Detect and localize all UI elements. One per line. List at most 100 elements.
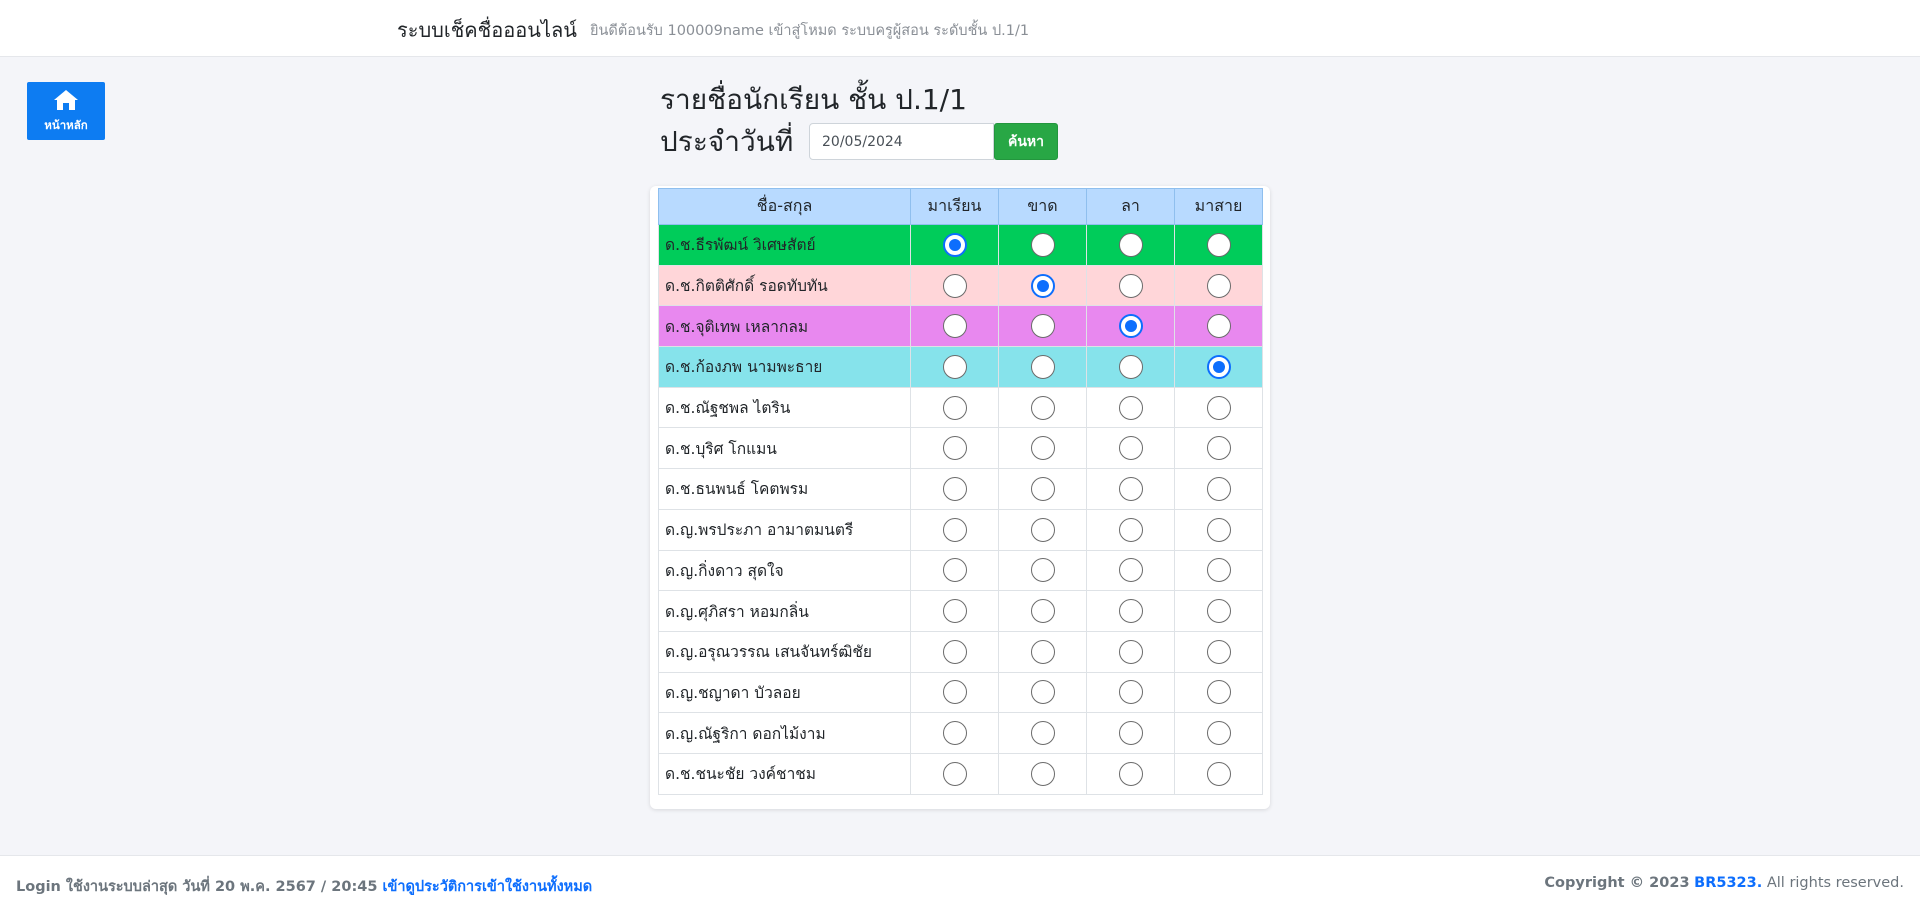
radio-present[interactable]	[942, 639, 967, 664]
radio-late[interactable]	[1206, 314, 1231, 339]
radio-absent[interactable]	[1030, 395, 1055, 420]
status-cell-absent	[998, 264, 1087, 307]
radio-leave[interactable]	[1118, 558, 1143, 583]
status-cell-absent	[998, 468, 1087, 510]
header-late: มาสาย	[1174, 188, 1263, 225]
radio-late[interactable]	[1206, 476, 1231, 501]
radio-present[interactable]	[942, 680, 967, 705]
radio-late[interactable]	[1206, 273, 1231, 298]
status-cell-present	[910, 549, 999, 592]
status-cell-absent	[998, 630, 1087, 673]
radio-present[interactable]	[942, 395, 967, 420]
status-cell-late	[1174, 671, 1263, 714]
status-cell-late	[1174, 264, 1263, 307]
radio-late[interactable]	[1206, 721, 1231, 746]
table-row: ด.ญ.อรุณวรรณ เสนจันทร์ฒิชัย	[658, 630, 1263, 673]
radio-leave[interactable]	[1118, 476, 1143, 501]
radio-leave[interactable]	[1118, 354, 1143, 379]
search-button[interactable]: ค้นหา	[994, 123, 1058, 160]
status-cell-leave	[1086, 224, 1175, 266]
radio-absent[interactable]	[1030, 314, 1055, 339]
radio-absent[interactable]	[1030, 273, 1055, 298]
radio-late[interactable]	[1206, 436, 1231, 461]
radio-leave[interactable]	[1118, 761, 1143, 786]
radio-late[interactable]	[1206, 232, 1231, 257]
radio-leave[interactable]	[1118, 314, 1143, 339]
footer: Login ใช้งานระบบล่าสุด วันที่ 20 พ.ค. 25…	[0, 855, 1920, 911]
radio-leave[interactable]	[1118, 639, 1143, 664]
table-row: ด.ช.ก้องภพ นามพะธาย	[658, 346, 1263, 388]
radio-leave[interactable]	[1118, 721, 1143, 746]
status-cell-late	[1174, 590, 1263, 632]
student-name: ด.ญ.กิ่งดาว สุดใจ	[658, 549, 911, 592]
status-cell-leave	[1086, 712, 1175, 754]
radio-late[interactable]	[1206, 599, 1231, 624]
radio-present[interactable]	[942, 273, 967, 298]
status-cell-present	[910, 508, 999, 551]
radio-leave[interactable]	[1118, 232, 1143, 257]
radio-absent[interactable]	[1030, 761, 1055, 786]
radio-present[interactable]	[942, 761, 967, 786]
radio-absent[interactable]	[1030, 680, 1055, 705]
radio-absent[interactable]	[1030, 517, 1055, 542]
radio-late[interactable]	[1206, 558, 1231, 583]
radio-present[interactable]	[942, 354, 967, 379]
radio-absent[interactable]	[1030, 436, 1055, 461]
radio-absent[interactable]	[1030, 639, 1055, 664]
radio-absent[interactable]	[1030, 721, 1055, 746]
radio-leave[interactable]	[1118, 273, 1143, 298]
radio-late[interactable]	[1206, 354, 1231, 379]
radio-present[interactable]	[942, 232, 967, 257]
radio-present[interactable]	[942, 314, 967, 339]
radio-absent[interactable]	[1030, 476, 1055, 501]
status-cell-present	[910, 590, 999, 632]
status-cell-late	[1174, 752, 1263, 795]
radio-absent[interactable]	[1030, 232, 1055, 257]
radio-absent[interactable]	[1030, 354, 1055, 379]
footer-copyright: Copyright © 2023 BR5323. All rights rese…	[1544, 875, 1904, 891]
radio-absent[interactable]	[1030, 558, 1055, 583]
radio-leave[interactable]	[1118, 680, 1143, 705]
radio-present[interactable]	[942, 558, 967, 583]
radio-late[interactable]	[1206, 517, 1231, 542]
status-cell-absent	[998, 427, 1087, 470]
radio-late[interactable]	[1206, 639, 1231, 664]
status-cell-absent	[998, 712, 1087, 754]
status-cell-leave	[1086, 590, 1175, 632]
student-name: ด.ญ.ศุภิสรา หอมกลิ่น	[658, 590, 911, 632]
radio-present[interactable]	[942, 721, 967, 746]
status-cell-leave	[1086, 346, 1175, 388]
radio-present[interactable]	[942, 599, 967, 624]
status-cell-present	[910, 224, 999, 266]
radio-present[interactable]	[942, 436, 967, 461]
radio-late[interactable]	[1206, 395, 1231, 420]
status-cell-late	[1174, 630, 1263, 673]
status-cell-absent	[998, 671, 1087, 714]
status-cell-late	[1174, 508, 1263, 551]
status-cell-leave	[1086, 752, 1175, 795]
top-navbar: ระบบเช็คชื่อออนไลน์ ยินดีต้อนรับ 100009n…	[0, 0, 1920, 57]
status-cell-absent	[998, 346, 1087, 388]
date-input[interactable]	[809, 123, 994, 160]
radio-leave[interactable]	[1118, 517, 1143, 542]
login-history-link[interactable]: เข้าดูประวัติการเข้าใช้งานทั้งหมด	[382, 879, 592, 895]
footer-brand-link[interactable]: BR5323.	[1694, 875, 1762, 891]
radio-late[interactable]	[1206, 680, 1231, 705]
student-name: ด.ช.กิตติศักดิ์ รอดทับทัน	[658, 264, 911, 307]
status-cell-leave	[1086, 630, 1175, 673]
radio-present[interactable]	[942, 517, 967, 542]
home-button[interactable]: หน้าหลัก	[27, 82, 105, 140]
radio-leave[interactable]	[1118, 599, 1143, 624]
app-brand[interactable]: ระบบเช็คชื่อออนไลน์	[397, 14, 577, 46]
header-absent: ขาด	[998, 188, 1087, 225]
radio-late[interactable]	[1206, 761, 1231, 786]
radio-leave[interactable]	[1118, 436, 1143, 461]
radio-present[interactable]	[942, 476, 967, 501]
table-row: ด.ช.กิตติศักดิ์ รอดทับทัน	[658, 264, 1263, 307]
status-cell-present	[910, 630, 999, 673]
student-name: ด.ช.ธนพนธ์ โคตพรม	[658, 468, 911, 510]
status-cell-leave	[1086, 549, 1175, 592]
table-row: ด.ช.ธนพนธ์ โคตพรม	[658, 468, 1263, 510]
radio-absent[interactable]	[1030, 599, 1055, 624]
radio-leave[interactable]	[1118, 395, 1143, 420]
